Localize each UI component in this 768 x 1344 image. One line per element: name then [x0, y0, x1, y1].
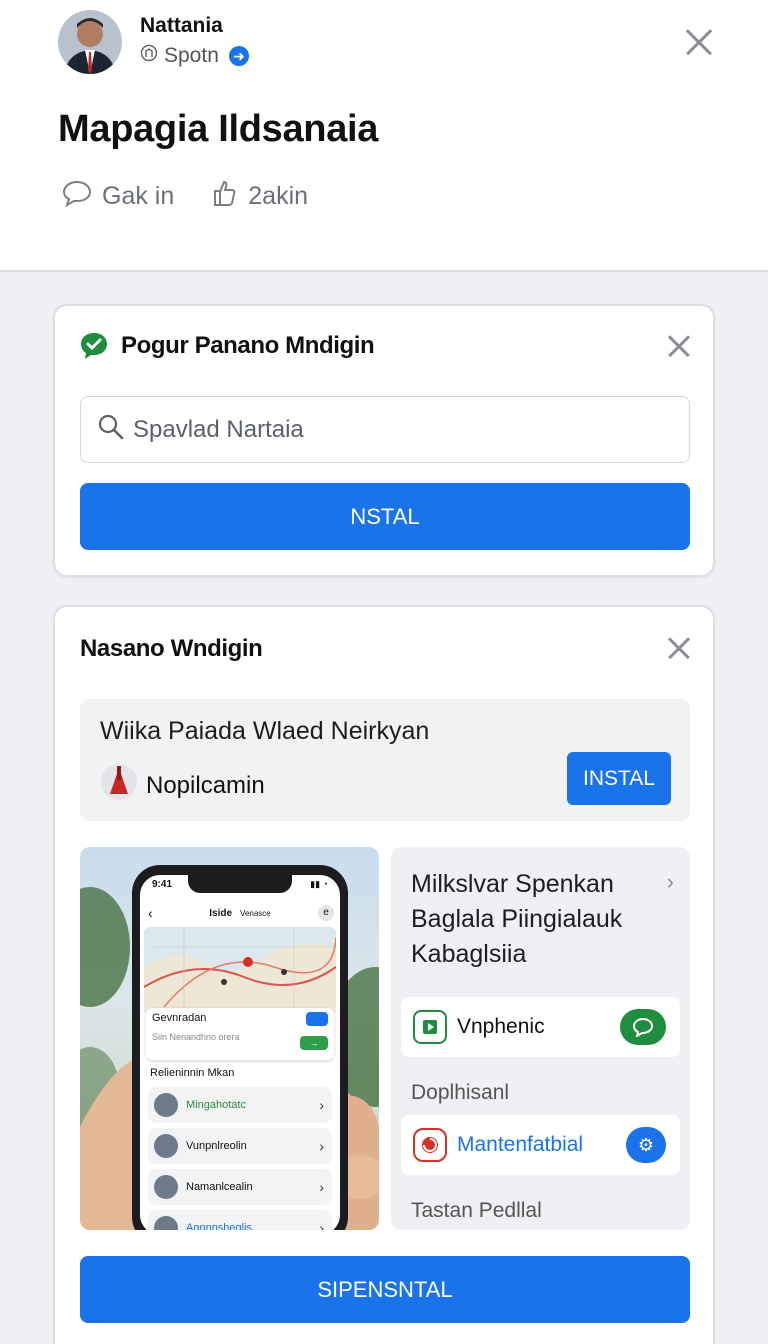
app-logo-icon: [100, 763, 138, 808]
author-subtitle: Spotn ➜: [140, 44, 249, 68]
phone-list-item[interactable]: Agnnnsheglis ›: [148, 1210, 332, 1230]
author-name[interactable]: Nattania: [140, 14, 223, 38]
phone-route-card[interactable]: Gevnradan Siin Nenandhno orera →: [146, 1008, 334, 1060]
phone-nav-sub: Venasce: [240, 908, 271, 918]
phone-list-label: Agnnnsheglis: [186, 1222, 253, 1230]
widget-card: Nasano Wndigin Wiika Paiada Wlaed Neirky…: [53, 605, 715, 1344]
feature-row-label: Mantenfatbial: [457, 1133, 584, 1156]
page-title: Mapagia Ildsanaia: [58, 108, 379, 150]
back-icon[interactable]: ‹: [148, 905, 153, 921]
feature-row[interactable]: Vnphenic: [401, 997, 680, 1057]
doc-icon: [413, 1010, 447, 1044]
post-header: Nattania Spotn ➜ Mapagia Ildsanaia Gak i…: [0, 0, 768, 272]
card-title: Nasano Wndigin: [80, 635, 263, 662]
like-label: 2akin: [248, 182, 309, 210]
chevron-right-icon: ›: [319, 1097, 324, 1113]
search-field[interactable]: Spavlad Nartaia: [80, 396, 690, 463]
like-button[interactable]: 2akin: [210, 178, 308, 215]
section-label: Tastan Pedllal: [411, 1199, 542, 1222]
follow-arrow-icon[interactable]: ➜: [228, 46, 249, 66]
post-actions: Gak in 2akin: [60, 178, 344, 215]
comment-icon: [60, 178, 94, 215]
avatar: [154, 1134, 178, 1158]
close-icon[interactable]: [683, 26, 715, 58]
app-promo: Wiika Paiada Wlaed Neirkyan Nopilcamin I…: [80, 699, 690, 821]
feature-row-label: Vnphenic: [457, 1015, 545, 1038]
phone-nav-title: Iside: [209, 907, 233, 919]
promo-app-name: Nopilcamin: [146, 771, 265, 799]
card-title: Pogur Panano Mndigin: [121, 332, 375, 359]
chevron-right-icon[interactable]: ›: [667, 869, 674, 895]
close-icon[interactable]: [663, 632, 695, 664]
signal-icon: ▮▮ ◔: [310, 879, 328, 889]
author-handle: Spotn: [164, 44, 219, 67]
chevron-right-icon: ›: [319, 1220, 324, 1230]
close-icon[interactable]: [663, 330, 695, 362]
search-placeholder: Spavlad Nartaia: [133, 415, 304, 443]
timer-icon: [413, 1128, 447, 1162]
install-button[interactable]: NSTAL: [80, 483, 690, 550]
gear-icon[interactable]: ⚙: [626, 1127, 666, 1163]
panel-title[interactable]: Milkslvar Spenkan Baglala Piingialauk Ka…: [411, 867, 661, 972]
install-button[interactable]: INSTAL: [567, 752, 671, 805]
install-button[interactable]: SIPENSNTAL: [80, 1256, 690, 1323]
chevron-right-icon: ›: [319, 1179, 324, 1195]
install-card: Pogur Panano Mndigin Spavlad Nartaia NST…: [53, 304, 715, 577]
app-screenshot: 9:41 ▮▮ ◔ ‹ Iside Venasce e Gevnradan Si…: [80, 847, 379, 1230]
phone-list-item[interactable]: Mingahotatc ›: [148, 1087, 332, 1123]
feature-row[interactable]: Mantenfatbial ⚙: [401, 1115, 680, 1175]
comment-label: Gak in: [102, 182, 175, 210]
phone-list-label: Mingahotatc: [186, 1099, 246, 1111]
avatar: [154, 1216, 178, 1230]
promo-app: Nopilcamin: [100, 763, 265, 808]
badge-icon: [140, 44, 158, 68]
author-avatar[interactable]: [58, 10, 122, 74]
search-icon: [97, 413, 125, 446]
chat-app-icon: [79, 331, 109, 366]
like-icon: [210, 178, 240, 215]
profile-icon[interactable]: e: [318, 905, 334, 921]
chevron-right-icon: ›: [319, 1138, 324, 1154]
chat-icon[interactable]: [620, 1009, 666, 1045]
phone-list-item[interactable]: Vunpnlreolin ›: [148, 1128, 332, 1164]
phone-list-item[interactable]: Namanlcealin ›: [148, 1169, 332, 1205]
toggle-icon[interactable]: [306, 1012, 328, 1026]
route-title: Gevnradan: [152, 1012, 207, 1024]
section-label: Doplhisanl: [411, 1081, 510, 1104]
avatar: [154, 1175, 178, 1199]
map-view[interactable]: [144, 927, 336, 1015]
phone-time: 9:41: [152, 879, 173, 890]
feature-panel: Milkslvar Spenkan Baglala Piingialauk Ka…: [391, 847, 690, 1230]
phone-screen: 9:41 ▮▮ ◔ ‹ Iside Venasce e Gevnradan Si…: [140, 875, 340, 1230]
phone-list-header: Relieninnin Mkan: [150, 1067, 235, 1079]
phone-list-label: Vunpnlreolin: [186, 1140, 247, 1152]
phone-nav: ‹ Iside Venasce e: [140, 901, 340, 925]
phone-list-label: Namanlcealin: [186, 1181, 253, 1193]
avatar: [154, 1093, 178, 1117]
comment-button[interactable]: Gak in: [60, 178, 174, 215]
promo-title: Wiika Paiada Wlaed Neirkyan: [100, 717, 430, 745]
go-icon[interactable]: →: [300, 1036, 328, 1050]
